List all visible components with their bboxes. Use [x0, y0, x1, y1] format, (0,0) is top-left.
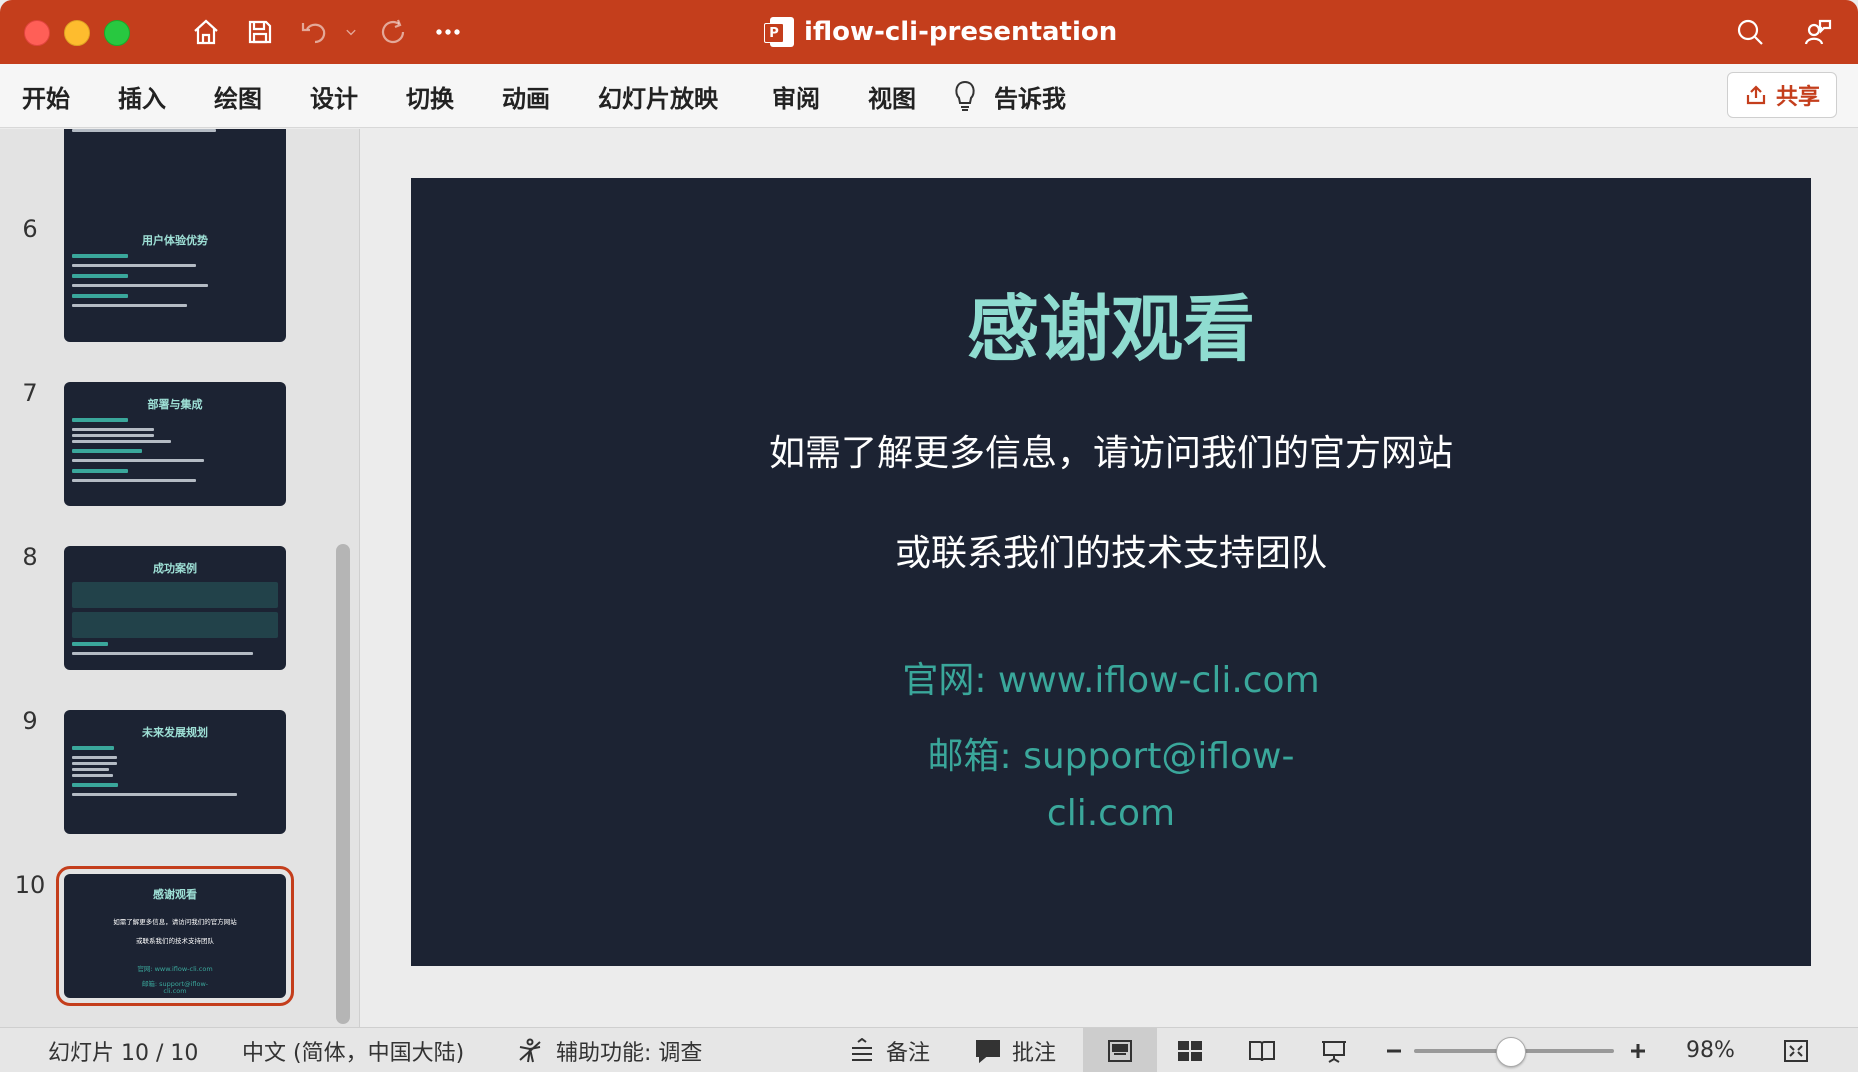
undo-dropdown-chevron-icon[interactable]: [338, 14, 364, 50]
slide-website[interactable]: 官网: www.iflow-cli.com: [411, 652, 1811, 709]
status-bar: 幻灯片 10 / 10 中文 (简体，中国大陆) 辅助功能: 调查 备注 批注 …: [0, 1027, 1858, 1072]
slide-thumbnail-10[interactable]: 感谢观看 如需了解更多信息，请访问我们的官方网站 或联系我们的技术支持团队 官网…: [56, 866, 294, 1006]
thumbnail-scrollbar[interactable]: [336, 544, 350, 1024]
slide-counter: 幻灯片 10 / 10: [48, 1040, 199, 1066]
tab-slideshow[interactable]: 幻灯片放映: [598, 78, 718, 114]
tab-draw[interactable]: 绘图: [214, 78, 262, 114]
zoom-level[interactable]: 98%: [1686, 1028, 1735, 1072]
thumbnail-text-line: cli.com: [163, 987, 187, 995]
slideshow-view-icon[interactable]: [1318, 1036, 1350, 1066]
notes-icon[interactable]: [846, 1036, 878, 1066]
thumbnail-title: 未来发展规划: [142, 726, 208, 739]
close-window-button[interactable]: [24, 20, 50, 46]
slide-thumbnail-6[interactable]: 用户体验优势: [64, 218, 286, 342]
tab-design[interactable]: 设计: [310, 78, 358, 114]
tab-transitions[interactable]: 切换: [406, 78, 454, 114]
undo-icon[interactable]: [296, 14, 332, 50]
fit-to-window-icon[interactable]: [1780, 1036, 1812, 1066]
slide-body-line-1[interactable]: 如需了解更多信息，请访问我们的官方网站: [411, 424, 1811, 476]
document-title: iflow-cli-presentation: [764, 14, 1118, 50]
tab-animations[interactable]: 动画: [502, 78, 550, 114]
slide-email-line-1[interactable]: 邮箱: support@iflow-: [411, 728, 1811, 785]
slide-thumbnail-7[interactable]: 部署与集成: [64, 382, 286, 506]
slide-email-line-2[interactable]: cli.com: [411, 785, 1811, 842]
slide-number-8: 8: [22, 543, 38, 571]
zoom-out-icon[interactable]: [1378, 1036, 1410, 1066]
language-indicator[interactable]: 中文 (简体，中国大陆): [242, 1028, 464, 1072]
slide-body-line-2[interactable]: 或联系我们的技术支持团队: [411, 524, 1811, 576]
account-icon[interactable]: [1800, 14, 1836, 50]
tab-view[interactable]: 视图: [868, 78, 916, 114]
slide-title[interactable]: 感谢观看: [411, 270, 1811, 375]
slide-sorter-view-icon[interactable]: [1174, 1036, 1206, 1066]
title-bar: iflow-cli-presentation: [0, 0, 1858, 64]
zoom-slider-handle[interactable]: [1496, 1037, 1526, 1067]
share-icon: [1746, 85, 1766, 105]
tell-me-search[interactable]: 告诉我: [994, 78, 1066, 114]
thumbnail-title: 感谢观看: [153, 888, 197, 901]
comments-button[interactable]: 批注: [1012, 1028, 1056, 1072]
notes-button[interactable]: 备注: [886, 1028, 930, 1072]
ribbon: 开始 插入 绘图 设计 切换 动画 幻灯片放映 审阅 视图 告诉我 共享: [0, 64, 1858, 128]
minimize-window-button[interactable]: [64, 20, 90, 46]
slide-number-6: 6: [22, 215, 38, 243]
zoom-in-icon[interactable]: [1622, 1036, 1654, 1066]
thumbnail-title: 部署与集成: [147, 398, 203, 411]
thumbnail-title: 成功案例: [153, 562, 197, 575]
tab-home[interactable]: 开始: [22, 78, 70, 114]
normal-view-icon[interactable]: [1104, 1036, 1136, 1066]
thumbnail-text-line: 或联系我们的技术支持团队: [136, 937, 214, 945]
accessibility-status[interactable]: 辅助功能: 调查: [556, 1028, 702, 1072]
share-button[interactable]: 共享: [1727, 72, 1837, 118]
more-options-icon[interactable]: [430, 14, 466, 50]
slide-number-7: 7: [22, 379, 38, 407]
tab-insert[interactable]: 插入: [118, 78, 166, 114]
slide-number-10: 10: [14, 871, 46, 899]
current-slide[interactable]: 感谢观看 如需了解更多信息，请访问我们的官方网站 或联系我们的技术支持团队 官网…: [411, 178, 1811, 966]
search-icon[interactable]: [1732, 14, 1768, 50]
slide-thumbnail-9[interactable]: 未来发展规划: [64, 710, 286, 834]
comment-icon[interactable]: [972, 1036, 1004, 1066]
tab-review[interactable]: 审阅: [772, 78, 820, 114]
powerpoint-file-icon: [764, 17, 794, 47]
thumbnail-text-line: 官网: www.iflow-cli.com: [137, 965, 213, 973]
home-icon[interactable]: [188, 14, 224, 50]
thumbnail-title: 用户体验优势: [142, 234, 208, 247]
zoom-window-button[interactable]: [104, 20, 130, 46]
reading-view-icon[interactable]: [1246, 1036, 1278, 1066]
share-button-label: 共享: [1775, 85, 1820, 110]
accessibility-icon[interactable]: [514, 1036, 546, 1066]
thumbnail-text-line: 如需了解更多信息，请访问我们的官方网站: [113, 918, 237, 926]
slide-thumbnail-8[interactable]: 成功案例: [64, 546, 286, 670]
redo-icon[interactable]: [376, 14, 412, 50]
save-icon[interactable]: [242, 14, 278, 50]
slide-number-9: 9: [22, 707, 38, 735]
lightbulb-icon[interactable]: [950, 78, 980, 114]
document-title-text: iflow-cli-presentation: [804, 17, 1118, 47]
slide-thumbnail-pane[interactable]: 6 用户体验优势 7 部署与集成 8 成功案例 9 未来发展规划 10 感谢观看…: [0, 129, 360, 1027]
